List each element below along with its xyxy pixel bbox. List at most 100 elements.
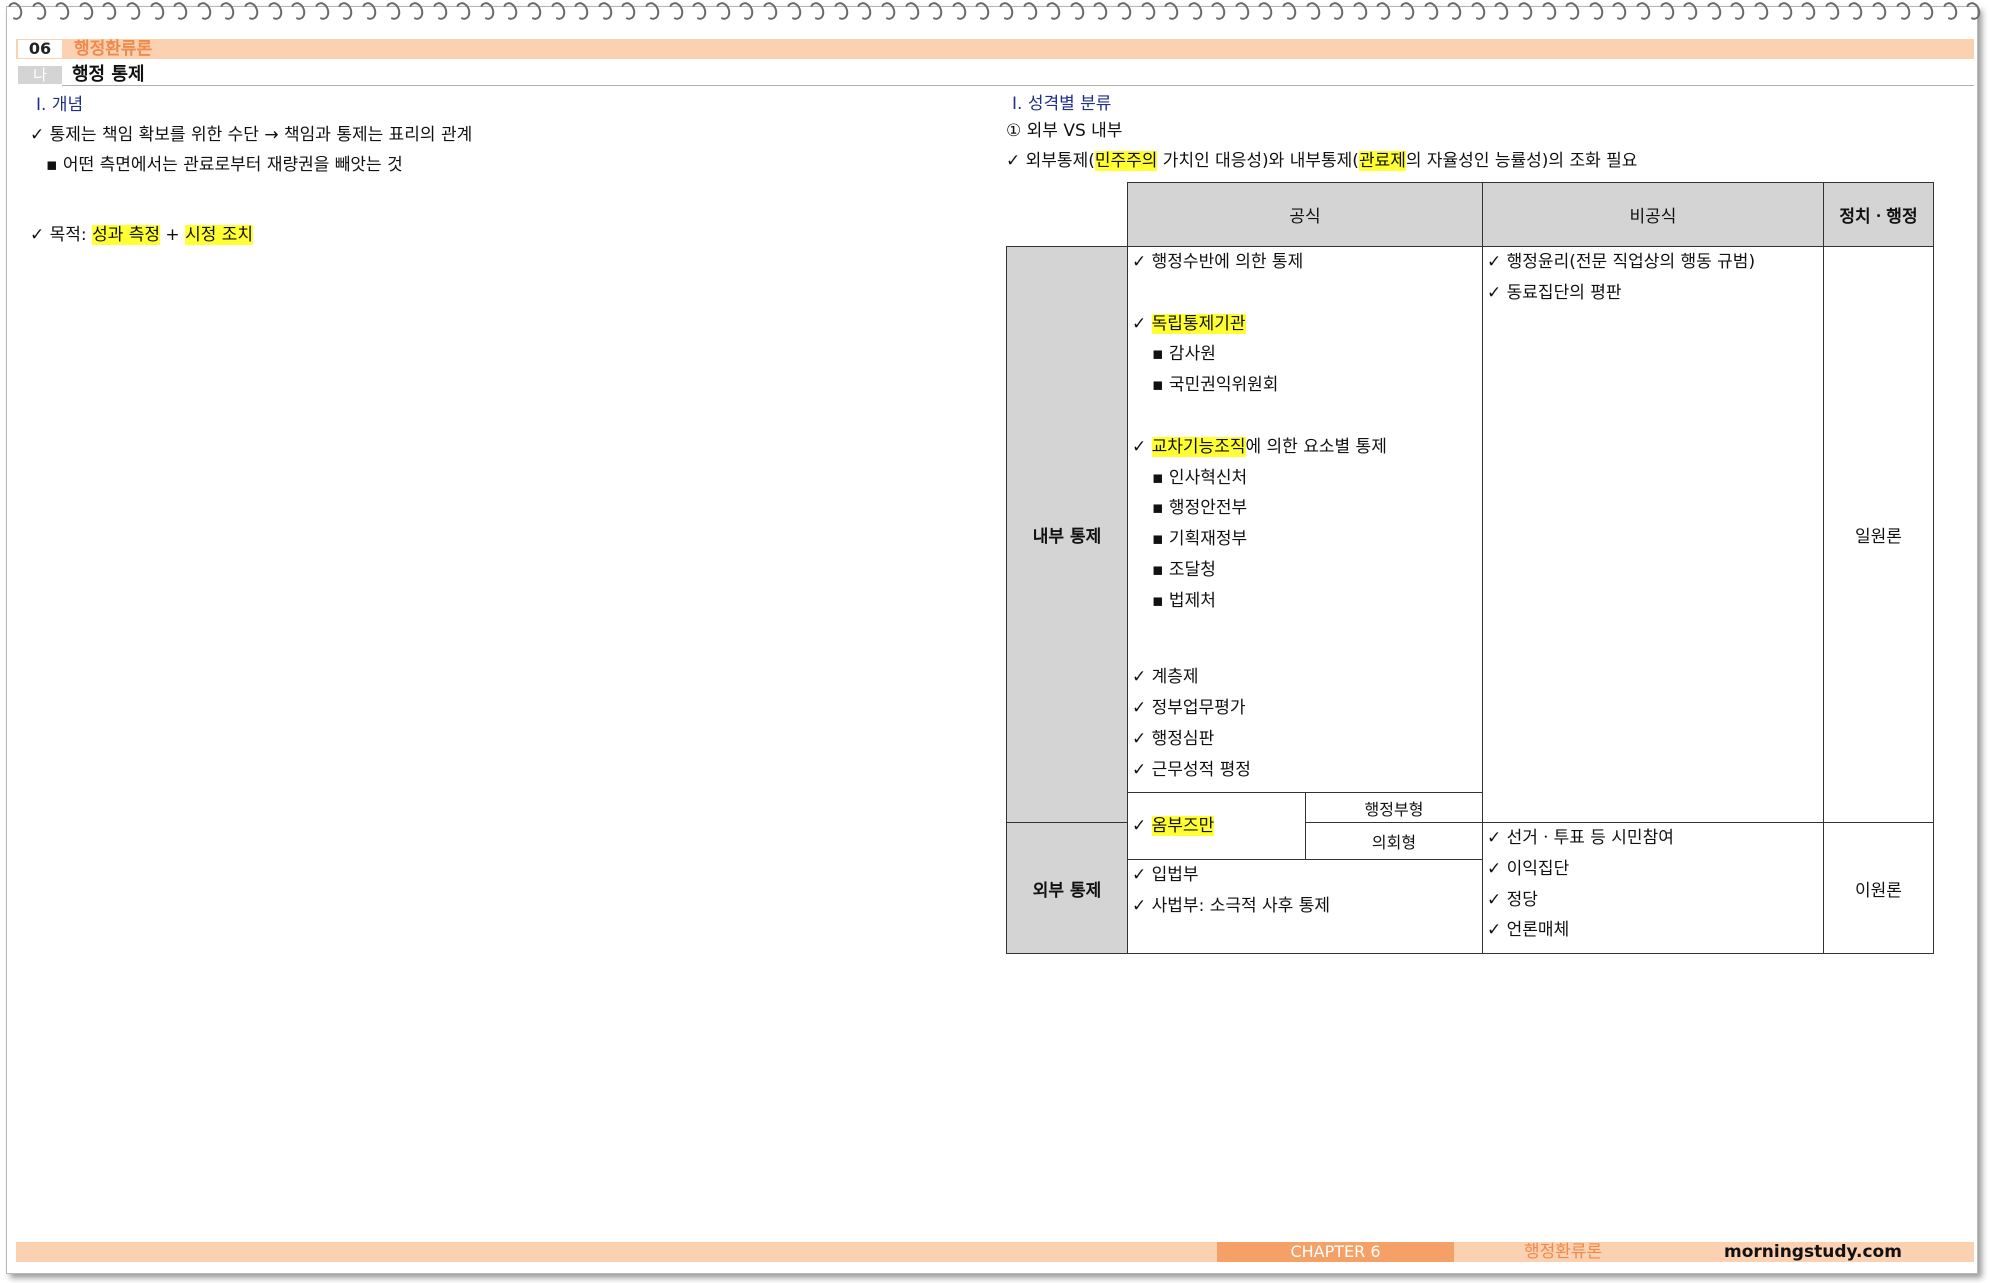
- spiral-ring: [1090, 2, 1110, 22]
- spiral-ring: [1845, 2, 1865, 22]
- spiral-ring: [1751, 2, 1771, 22]
- header-bar: [16, 39, 1974, 59]
- spiral-ring: [1326, 2, 1346, 22]
- independent-agency-highlight: 독립통제기관: [1151, 313, 1246, 334]
- footer-site: morningstudy.com: [1724, 1242, 1902, 1262]
- spiral-ring: [28, 2, 49, 22]
- spiral-ring: [430, 2, 450, 22]
- external-formal-cell: ✓ 입법부 ✓ 사법부: 소극적 사후 통제: [1127, 859, 1483, 954]
- balance-text-c: 의 자율성인 능률성)의 조화 필요: [1405, 151, 1638, 171]
- democracy-highlight: 민주주의: [1094, 151, 1158, 171]
- spiral-ring: [1892, 2, 1913, 22]
- internal-formal-item: ✓ 정부업무평가: [1132, 698, 1246, 719]
- spiral-ring: [1515, 2, 1535, 22]
- spiral-ring: [1420, 2, 1441, 22]
- spiral-ring: [1491, 2, 1512, 22]
- spiral-ring: [1680, 2, 1700, 22]
- spiral-ring: [524, 2, 544, 22]
- spiral-ring: [477, 2, 497, 22]
- spiral-ring: [1562, 2, 1582, 22]
- external-formal-item: ✓ 입법부: [1132, 865, 1199, 885]
- internal-formal-item: ✓ 근무성적 평정: [1132, 759, 1251, 780]
- spiral-ring: [1303, 2, 1323, 22]
- spiral-ring: [878, 2, 898, 22]
- spiral-ring: [1350, 2, 1370, 22]
- internal-formal-subitem: ▪ 행정안전부: [1152, 498, 1248, 519]
- left-heading: Ⅰ. 개념: [36, 95, 84, 115]
- spiral-ring: [1255, 2, 1276, 22]
- spiral-ring: [453, 2, 473, 22]
- spiral-ring: [312, 2, 332, 22]
- purpose-line: ✓ 목적: 성과 측정 + 시정 조치: [30, 224, 254, 246]
- spiral-ring: [665, 2, 686, 22]
- spiral-ring: [689, 2, 709, 22]
- spiral-ring: [901, 2, 922, 22]
- spiral-ring: [760, 2, 780, 22]
- internal-formal-item: ✓ 행정수반에 의한 통제: [1132, 252, 1304, 272]
- spiral-ring: [359, 2, 379, 22]
- section-badge: 나: [18, 66, 62, 84]
- spiral-ring: [8, 2, 25, 22]
- internal-formal-subitem: ▪ 인사혁신처: [1152, 467, 1248, 488]
- control-classification-table: 공식 비공식 정치ㆍ행정 내부 통제 ✓ 행정수반에 의한 통제 ✓ 독립통제기…: [1006, 182, 1934, 954]
- row-header-external: 외부 통제: [1006, 822, 1128, 954]
- spiral-ring: [618, 2, 639, 22]
- external-informal-item: ✓ 정당: [1487, 889, 1538, 910]
- spiral-ring: [1869, 2, 1889, 22]
- spiral-ring: [146, 2, 167, 22]
- external-informal-item: ✓ 이익집단: [1487, 858, 1570, 879]
- chapter-title: 행정환류론: [74, 39, 153, 59]
- internal-formal-item: ✓ 행정심판: [1132, 728, 1215, 749]
- spiral-ring: [1161, 2, 1181, 22]
- spiral-ring: [241, 2, 261, 22]
- ombudsman-highlight: 옴부즈만: [1151, 815, 1215, 836]
- spiral-ring: [288, 2, 308, 22]
- spiral-ring: [1586, 2, 1606, 22]
- col-header-formal: 공식: [1127, 182, 1483, 247]
- purpose-highlight-2: 시정 조치: [185, 225, 254, 245]
- spiral-ring: [736, 2, 757, 22]
- external-informal-item: ✓ 선거ㆍ투표 등 시민참여: [1487, 828, 1674, 848]
- col-header-informal: 비공식: [1482, 182, 1824, 247]
- spiral-ring: [1656, 2, 1677, 22]
- spiral-ring: [1940, 2, 1960, 22]
- spiral-ring: [1633, 2, 1653, 22]
- spiral-ring: [1137, 2, 1158, 22]
- spiral-ring: [1916, 2, 1936, 22]
- external-informal-item: ✓ 언론매체: [1487, 920, 1570, 941]
- section-title: 행정 통제: [72, 64, 145, 85]
- balance-text-a: ✓ 외부통제(: [1006, 151, 1095, 171]
- chapter-number: 06: [18, 40, 62, 58]
- internal-formal-item: ✓ 독립통제기관: [1132, 313, 1246, 334]
- right-heading: Ⅰ. 성격별 분류: [1012, 94, 1112, 114]
- footer-title: 행정환류론: [1524, 1242, 1603, 1262]
- spiral-ring: [1468, 2, 1488, 22]
- spiral-ring: [1043, 2, 1063, 22]
- internal-formal-subitem: ▪ 법제처: [1152, 590, 1216, 611]
- spiral-ring: [1019, 2, 1040, 22]
- internal-informal-item: ✓ 행정윤리(전문 직업상의 행동 규범): [1487, 252, 1756, 272]
- concept-line-2: ▪ 어떤 측면에서는 관료로부터 재량권을 빼앗는 것: [46, 155, 403, 175]
- internal-formal-subitem: ▪ 국민권익위원회: [1152, 375, 1279, 396]
- purpose-plus: +: [160, 225, 186, 245]
- spiral-binding: [8, 2, 1983, 28]
- purpose-highlight-1: 성과 측정: [92, 225, 161, 245]
- section-divider: [62, 85, 1974, 86]
- spiral-ring: [1798, 2, 1818, 22]
- spiral-ring: [1727, 2, 1747, 22]
- spiral-ring: [382, 2, 403, 22]
- spiral-ring: [1774, 2, 1795, 22]
- spiral-ring: [217, 2, 237, 22]
- spiral-ring: [1609, 2, 1630, 22]
- spiral-ring: [1704, 2, 1724, 22]
- internal-politics-cell: 일원론: [1823, 246, 1934, 823]
- bureaucracy-highlight: 관료제: [1358, 151, 1406, 171]
- spiral-ring: [548, 2, 568, 22]
- external-formal-item: ✓ 사법부: 소극적 사후 통제: [1132, 895, 1330, 916]
- spiral-ring: [123, 2, 143, 22]
- balance-line: ✓ 외부통제(민주주의 가치인 대응성)와 내부통제(관료제의 자율성인 능률성…: [1006, 150, 1637, 172]
- internal-formal-subitem: ▪ 조달청: [1152, 559, 1216, 580]
- spiral-ring: [783, 2, 804, 22]
- right-subheading: ① 외부 VS 내부: [1006, 121, 1123, 141]
- footer-bar: [16, 1242, 1974, 1262]
